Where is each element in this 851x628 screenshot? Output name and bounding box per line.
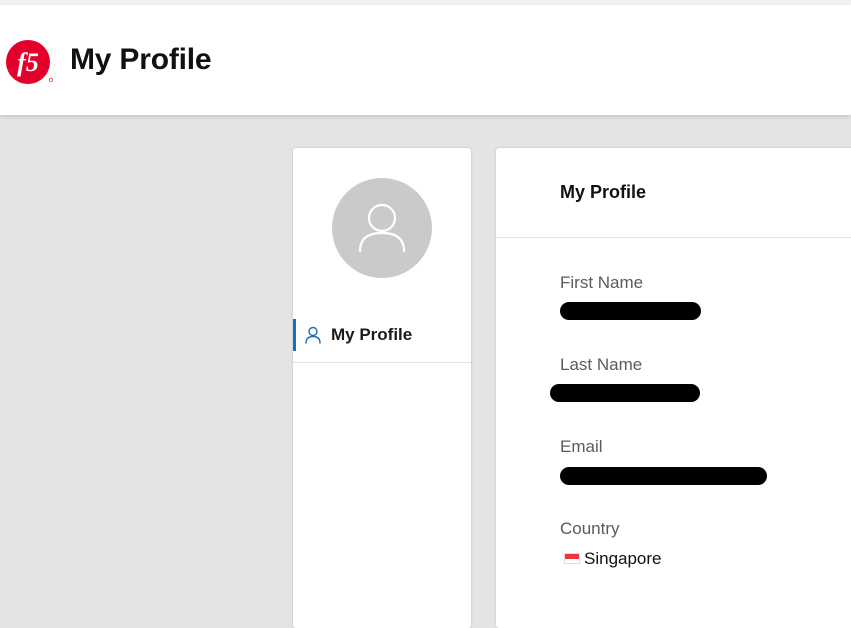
singapore-flag-icon [564,553,580,564]
first-name-label: First Name [560,273,644,292]
last-name-label: Last Name [560,355,643,374]
profile-sidebar: My Profile [293,148,471,628]
country-name: Singapore [584,549,662,568]
sidebar-item-my-profile[interactable]: My Profile [293,318,471,363]
page-title: My Profile [70,43,212,76]
divider [496,237,851,238]
last-name-redacted [550,384,700,402]
avatar [332,178,432,278]
country-label: Country [560,519,620,538]
sidebar-item-label: My Profile [331,325,413,344]
avatar-user-icon [358,203,406,253]
card-title: My Profile [560,182,647,202]
active-indicator [293,319,296,351]
user-icon [305,326,321,349]
email-redacted [560,467,767,485]
logo-text: f5 [17,48,39,77]
page-header: f5 My Profile [0,5,851,115]
email-label: Email [560,437,603,456]
profile-details-card: My Profile First Name Last Name Email Co… [496,148,851,628]
first-name-redacted [560,302,701,320]
f5-logo[interactable]: f5 [5,38,53,86]
